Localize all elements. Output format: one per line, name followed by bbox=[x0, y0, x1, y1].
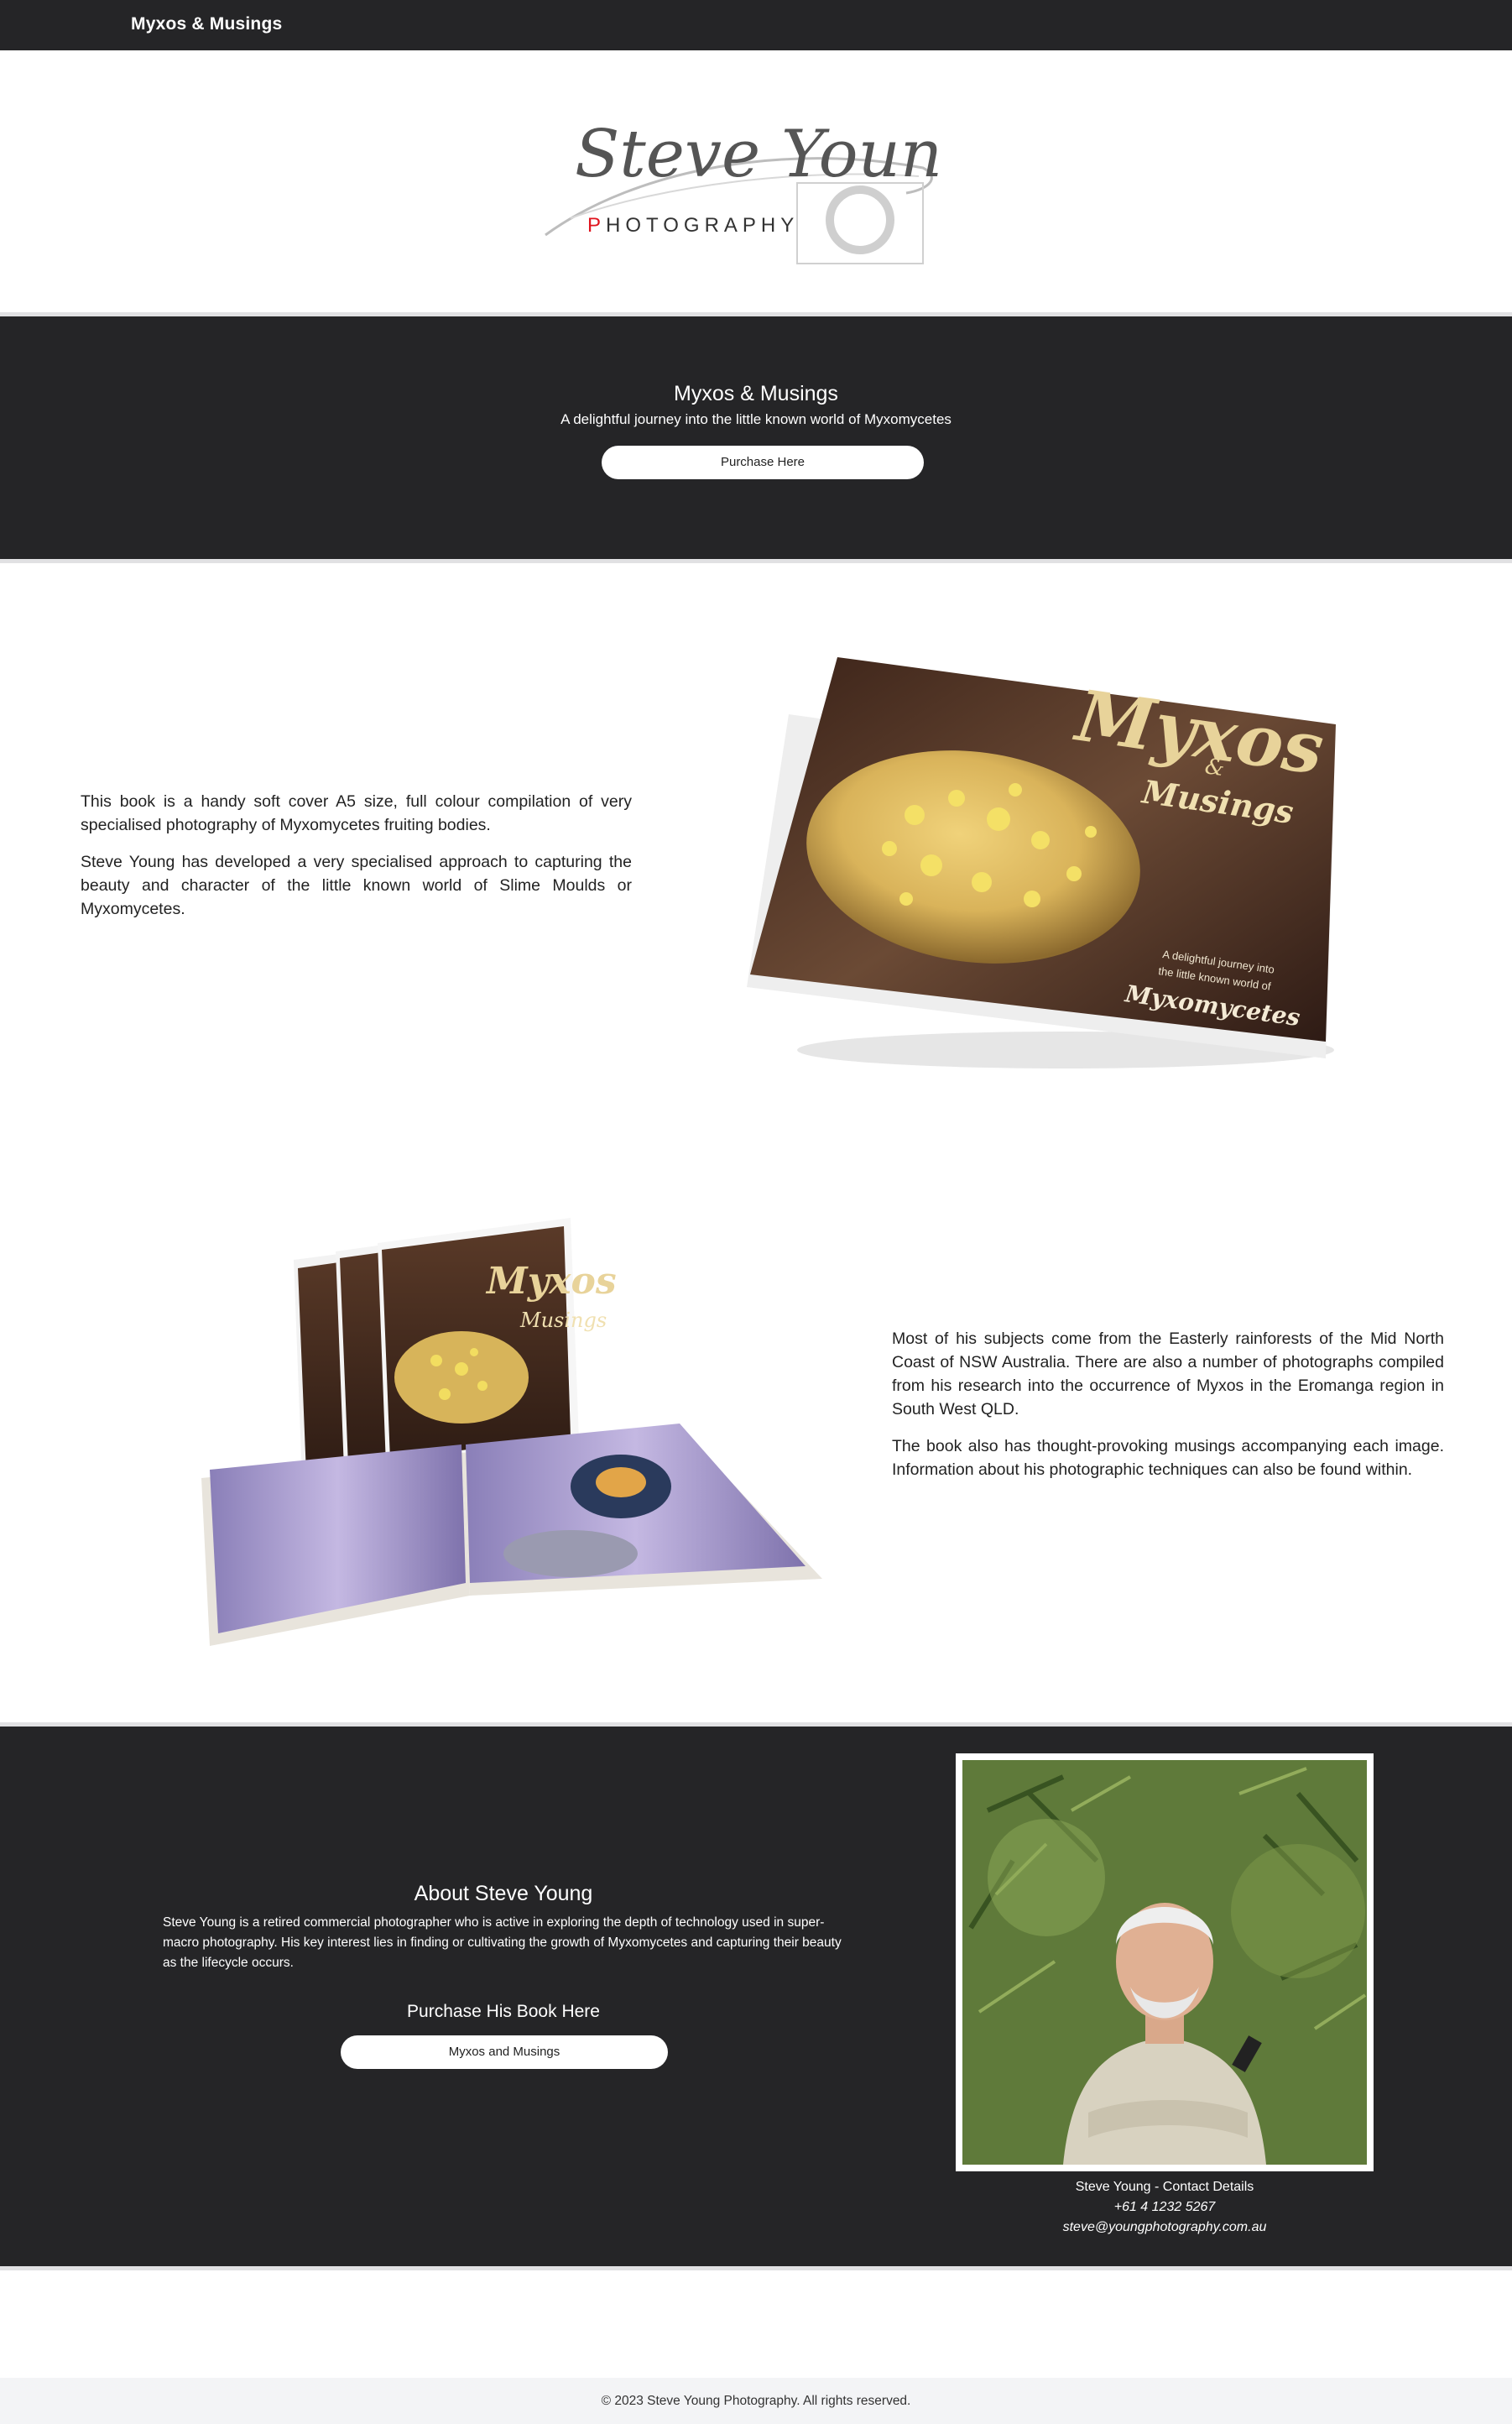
hero-banner: Myxos & Musings A delightful journey int… bbox=[0, 316, 1512, 559]
svg-text:Musings: Musings bbox=[519, 1309, 607, 1332]
contact-phone[interactable]: +61 4 1232 5267 bbox=[956, 2200, 1374, 2215]
contact-email[interactable]: steve@youngphotography.com.au bbox=[956, 2220, 1374, 2235]
book-intro-paragraph-2: Steve Young has developed a very special… bbox=[81, 853, 632, 918]
contact-title: Steve Young - Contact Details bbox=[1075, 2180, 1254, 2194]
book-intro-text: This book is a handy soft cover A5 size,… bbox=[81, 790, 632, 934]
author-portrait bbox=[962, 1760, 1367, 2165]
book-details-paragraph-2: The book also has thought-provoking musi… bbox=[892, 1437, 1444, 1479]
purchase-heading: Purchase His Book Here bbox=[407, 2002, 600, 2021]
svg-text:&: & bbox=[1203, 754, 1226, 781]
book-intro-paragraph-1: This book is a handy soft cover A5 size,… bbox=[81, 792, 632, 834]
book-details-section: Myxos Musings Most of his subjects come … bbox=[0, 1151, 1512, 1721]
hero-title: Myxos & Musings bbox=[674, 382, 838, 405]
book-details-text: Most of his subjects come from the Easte… bbox=[892, 1327, 1444, 1495]
purchase-here-button[interactable]: Purchase Here bbox=[602, 446, 924, 479]
footer-copyright: © 2023 Steve Young Photography. All righ… bbox=[601, 2394, 911, 2408]
site-logo[interactable]: Steve Young PHOTOGRAPHY bbox=[537, 92, 984, 277]
footer: © 2023 Steve Young Photography. All righ… bbox=[0, 2378, 1512, 2424]
about-heading: About Steve Young bbox=[414, 1882, 593, 1905]
site-brand-link[interactable]: Myxos & Musings bbox=[131, 14, 282, 34]
top-nav-bar: Myxos & Musings bbox=[0, 0, 1512, 50]
book-intro-section: This book is a handy soft cover A5 size,… bbox=[0, 563, 1512, 1151]
portrait-frame bbox=[956, 1753, 1374, 2171]
open-book-image: Myxos Musings bbox=[185, 1201, 839, 1671]
svg-text:Steve Young: Steve Young bbox=[575, 117, 940, 192]
logo-area: Steve Young PHOTOGRAPHY bbox=[0, 50, 1512, 312]
about-bio: Steve Young is a retired commercial phot… bbox=[163, 1915, 842, 1970]
section-divider bbox=[0, 2266, 1512, 2270]
myxos-and-musings-button[interactable]: Myxos and Musings bbox=[341, 2035, 668, 2069]
book-cover-image: Myxos & Musings A delightful journey int… bbox=[738, 647, 1359, 1075]
svg-text:PHOTOGRAPHY: PHOTOGRAPHY bbox=[587, 214, 799, 237]
about-section: About Steve Young Steve Young is a retir… bbox=[0, 1727, 1512, 2266]
book-details-paragraph-1: Most of his subjects come from the Easte… bbox=[892, 1330, 1444, 1418]
svg-text:Myxos: Myxos bbox=[485, 1260, 617, 1303]
hero-subtitle: A delightful journey into the little kno… bbox=[560, 411, 952, 427]
